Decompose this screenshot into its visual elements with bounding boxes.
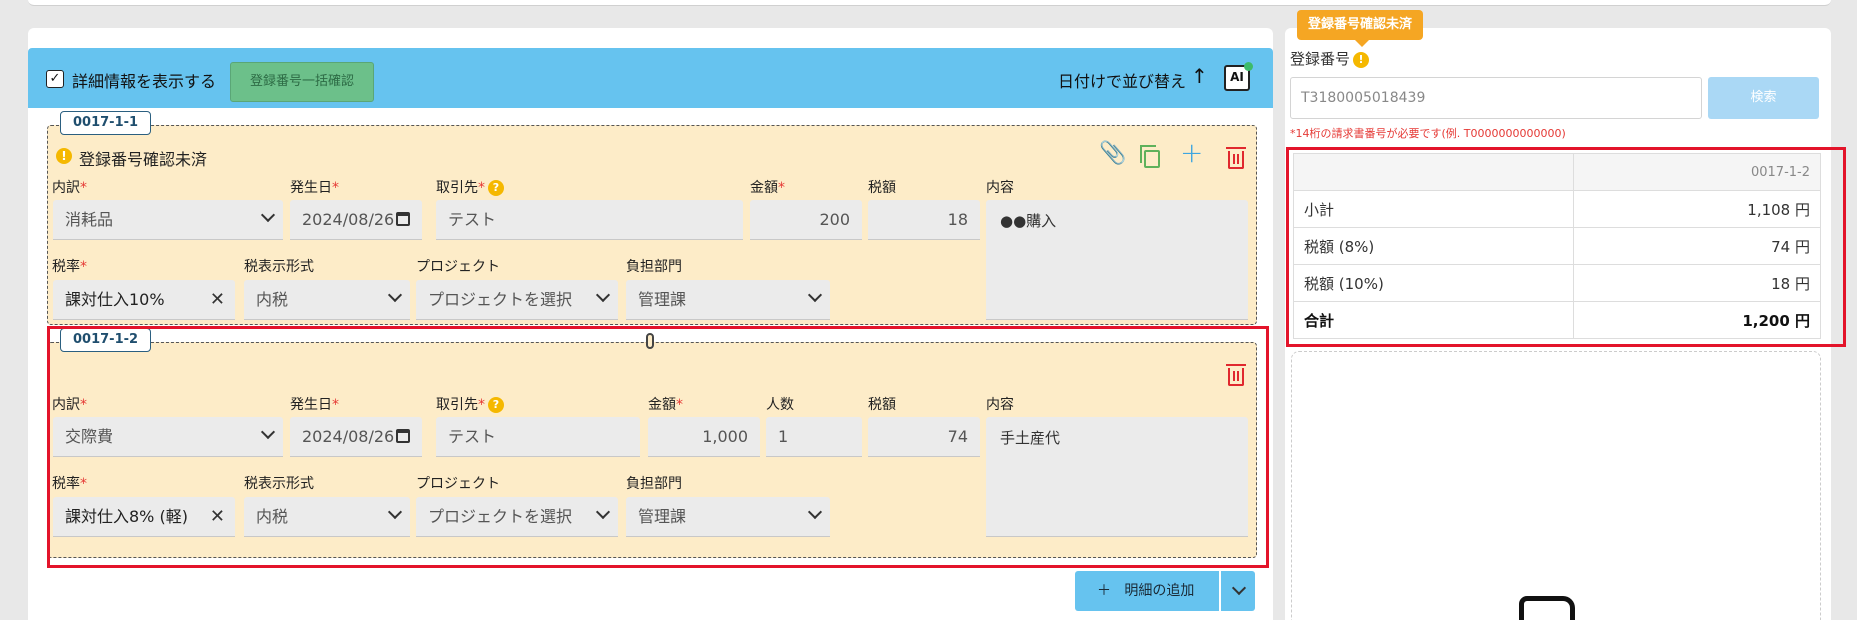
tax-amount-input[interactable]: 18 — [868, 200, 980, 240]
category-select[interactable]: 消耗品 — [53, 200, 283, 240]
chevron-down-icon — [595, 287, 611, 303]
vendor-label: 取引先*? — [436, 177, 504, 197]
clear-icon: ✕ — [209, 289, 225, 310]
sort-by-date-button[interactable]: 日付けで並び替え — [1058, 68, 1186, 92]
dept-select[interactable]: 管理課 — [626, 280, 830, 320]
dept-label: 負担部門 — [626, 259, 682, 275]
sort-up-arrow-icon[interactable]: ↑ — [1191, 64, 1208, 88]
tax-format-label: 税表示形式 — [244, 259, 314, 275]
registration-number-input[interactable]: T3180005018439 — [1290, 77, 1702, 119]
category-label: 内訳* — [52, 180, 87, 196]
highlight-box — [47, 326, 1269, 568]
ai-status-dot — [1244, 62, 1253, 71]
date-label: 発生日* — [290, 180, 339, 196]
document-icon — [1519, 596, 1575, 620]
registration-warning-tooltip: 登録番号確認未済 — [1297, 10, 1424, 47]
show-details-label: 詳細情報を表示する — [72, 72, 217, 91]
warning-text: 登録番号確認未済 — [79, 150, 208, 169]
line-item-tag: 0017-1-1 — [60, 111, 152, 135]
project-label: プロジェクト — [416, 259, 500, 275]
help-icon: ? — [488, 180, 504, 196]
file-dropzone[interactable] — [1291, 351, 1821, 620]
warning-icon: ! — [56, 148, 72, 164]
delete-icon[interactable] — [1226, 147, 1246, 169]
calendar-icon — [396, 212, 410, 226]
content-textarea[interactable]: ●●購入 — [986, 200, 1248, 320]
chevron-down-icon — [387, 287, 403, 303]
bulk-confirm-button[interactable]: 登録番号一括確認 — [230, 62, 374, 102]
chevron-down-icon — [260, 207, 276, 223]
tax-amount-label: 税額 — [868, 180, 896, 196]
registration-error-text: *14桁の請求書番号が必要です(例. T0000000000000) — [1290, 127, 1566, 140]
add-line-button[interactable]: ＋ 明細の追加 — [1075, 571, 1219, 611]
search-button[interactable]: 検索 — [1708, 77, 1819, 119]
amount-label: 金額* — [750, 180, 785, 196]
copy-icon-back — [1140, 145, 1156, 163]
add-row-icon[interactable]: + — [1180, 136, 1203, 169]
vendor-input[interactable]: テスト — [436, 200, 743, 240]
line-items-header: ✓ 詳細情報を表示する 登録番号一括確認 日付けで並び替え ↑ AI — [28, 48, 1273, 108]
tax-format-select[interactable]: 内税 — [244, 280, 410, 320]
summary-highlight-box — [1286, 147, 1846, 347]
chevron-down-icon — [807, 287, 823, 303]
warning-icon: ! — [1353, 51, 1370, 68]
show-details-checkbox[interactable]: ✓ — [46, 70, 64, 88]
tax-rate-label: 税率* — [52, 259, 87, 275]
tax-rate-select[interactable]: 課対仕入10% ✕ — [53, 280, 235, 320]
chevron-down-icon — [1231, 580, 1247, 596]
content-label: 内容 — [986, 180, 1014, 196]
project-select[interactable]: プロジェクトを選択 — [416, 280, 618, 320]
amount-input[interactable]: 200 — [750, 200, 862, 240]
top-panel — [28, 0, 1831, 6]
date-input[interactable]: 2024/08/26 — [290, 200, 422, 240]
add-line-dropdown[interactable] — [1221, 571, 1255, 611]
registration-number-label: 登録番号! — [1290, 48, 1370, 69]
attachment-icon[interactable]: 📎 — [1099, 141, 1126, 166]
